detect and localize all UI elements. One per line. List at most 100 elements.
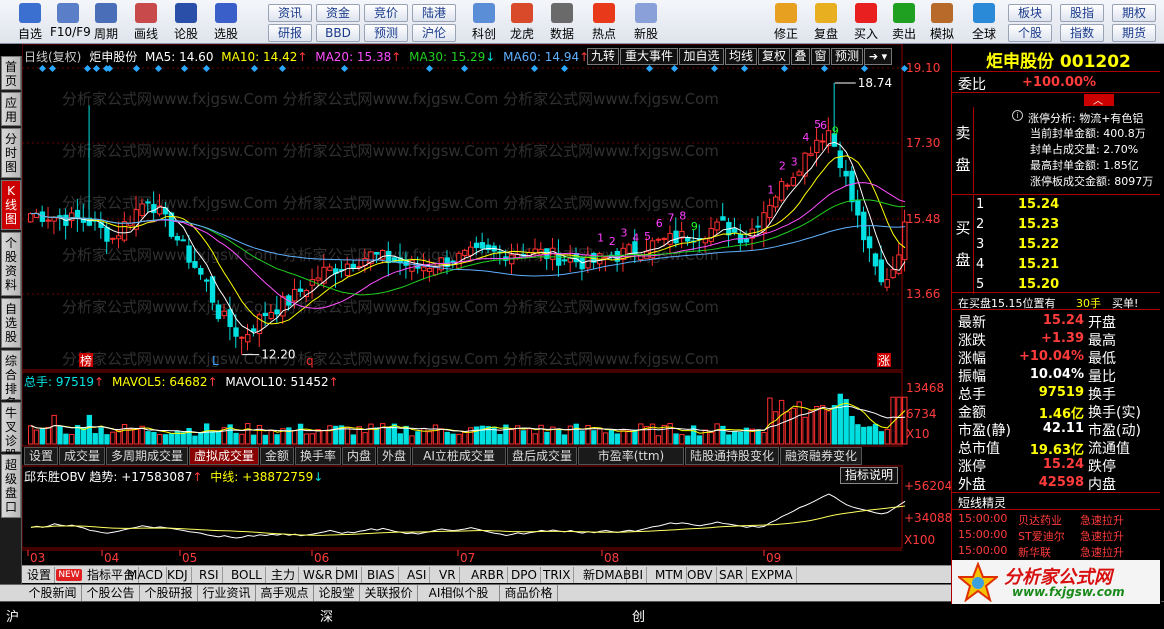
toolbar-button-clock[interactable]: 周期 <box>88 2 124 42</box>
toolbar-button-target[interactable]: 选股 <box>208 2 244 42</box>
left-tab-6[interactable]: 综合排名 <box>1 350 21 410</box>
market-button-期权[interactable]: 期权 <box>1112 4 1156 22</box>
tag-button-研报[interactable]: 研报 <box>268 24 312 42</box>
toolbar-button-hammer[interactable]: 模拟 <box>924 2 960 42</box>
toolbar-button-kechuang[interactable]: 科创 <box>466 2 502 42</box>
toolbar-button-arrow-up-down[interactable]: 修正 <box>768 2 804 42</box>
toolbar-button-hot[interactable]: 热点 <box>586 2 622 42</box>
toolbar-button-pencil[interactable]: 画线 <box>128 2 164 42</box>
tag-button-资讯[interactable]: 资讯 <box>268 4 312 22</box>
indicator-button-BBI[interactable]: BBI <box>620 567 648 583</box>
chart-tool-2[interactable]: 加自选 <box>679 48 724 65</box>
sz-index-label[interactable]: 深 <box>320 606 333 625</box>
chart-tool-3[interactable]: 均线 <box>725 48 757 65</box>
news-tab-0[interactable]: 个股新闻 <box>24 585 82 602</box>
limit-analysis-text[interactable]: 涨停分析: 物流+有色铝 <box>1028 110 1143 126</box>
chart-tool-4[interactable]: 复权 <box>758 48 790 65</box>
indicator-tab-0[interactable]: 设置 <box>24 447 58 465</box>
news-tab-2[interactable]: 个股研报 <box>140 585 198 602</box>
news-tab-1[interactable]: 个股公告 <box>82 585 140 602</box>
toolbar-button-pe[interactable]: 数据 <box>544 2 580 42</box>
left-tab-2[interactable]: 分时图 <box>1 128 21 178</box>
left-tab-3[interactable]: K线图 <box>1 180 21 230</box>
toolbar-button-globe[interactable]: 全球 <box>966 2 1002 42</box>
news-tab-7[interactable]: AI相似个股 <box>418 585 500 602</box>
left-tab-4[interactable]: 个股资料 <box>1 232 21 296</box>
indicator-button-TRIX[interactable]: TRIX <box>540 567 575 583</box>
chart-tool-0[interactable]: 九转 <box>587 48 619 65</box>
tag-button-预测[interactable]: 预测 <box>364 24 408 42</box>
indicator-button-BIAS[interactable]: BIAS <box>364 567 399 583</box>
news-tab-5[interactable]: 论股堂 <box>314 585 360 602</box>
indicator-tab-7[interactable]: 外盘 <box>377 447 411 465</box>
indicator-button-OBV[interactable]: OBV <box>684 567 717 583</box>
left-tab-0[interactable]: 首页 <box>1 56 21 90</box>
toolbar-button-chat[interactable]: 论股 <box>168 2 204 42</box>
left-tab-8[interactable]: 超级盘口 <box>1 454 21 518</box>
market-button-指数[interactable]: 指数 <box>1060 24 1104 42</box>
left-tab-5[interactable]: 自选股 <box>1 298 21 348</box>
indicator-tab-6[interactable]: 内盘 <box>342 447 376 465</box>
indicator-tab-10[interactable]: 市盈率(ttm) <box>578 447 684 465</box>
indicator-tab-12[interactable]: 融资融券变化 <box>780 447 862 465</box>
tag-button-竞价[interactable]: 竞价 <box>364 4 408 22</box>
chart-tool-1[interactable]: 重大事件 <box>620 48 678 65</box>
indicator-tab-9[interactable]: 盘后成交量 <box>507 447 577 465</box>
indicator-button-EXPMA[interactable]: EXPMA <box>748 567 797 583</box>
indicator-button-MTM[interactable]: MTM <box>652 567 688 583</box>
indicator-button-设置[interactable]: 设置 <box>24 567 56 583</box>
toolbar-button-replay[interactable]: 复盘 <box>808 2 844 42</box>
toolbar-button-star[interactable]: 自选 <box>12 2 48 42</box>
indicator-button-DMI[interactable]: DMI <box>332 567 363 583</box>
left-tab-7[interactable]: 牛叉诊股 <box>1 402 21 462</box>
bid-row-3[interactable]: 3 15.22 <box>974 236 1164 254</box>
market-button-板块[interactable]: 板块 <box>1008 4 1052 22</box>
indicator-button-RSI[interactable]: RSI <box>196 567 223 583</box>
indicator-help-button[interactable]: 指标说明 <box>840 467 898 484</box>
news-tab-6[interactable]: 关联报价 <box>360 585 418 602</box>
news-tab-4[interactable]: 高手观点 <box>256 585 314 602</box>
collapse-toggle[interactable]: ︿ <box>1084 94 1114 107</box>
bid-row-4[interactable]: 4 15.21 <box>974 256 1164 274</box>
tag-button-资金[interactable]: 资金 <box>316 4 360 22</box>
toolbar-button-f10[interactable]: F10/F9 <box>50 2 91 42</box>
tag-button-陆港[interactable]: 陆港 <box>412 4 456 22</box>
kline-chart[interactable]: 19.10 17.30 15.48 13.66 分析家公式网www.fxjgsw.Com… <box>22 44 952 584</box>
toolbar-button-dragon[interactable]: 龙虎 <box>504 2 540 42</box>
indicator-tab-2[interactable]: 多周期成交量 <box>106 447 188 465</box>
indicator-button-KDJ[interactable]: KDJ <box>164 567 192 583</box>
tag-button-沪伦[interactable]: 沪伦 <box>412 24 456 42</box>
indicator-button-ARBR[interactable]: ARBR <box>468 567 509 583</box>
news-tab-8[interactable]: 商品价格 <box>500 585 558 602</box>
indicator-tab-8[interactable]: AI立桩成交量 <box>412 447 506 465</box>
tag-button-BBD[interactable]: BBD <box>316 24 360 42</box>
chart-tool-5[interactable]: 叠 <box>791 48 810 65</box>
toolbar-button-buy[interactable]: 买入 <box>848 2 884 42</box>
indicator-button-MACD[interactable]: MACD <box>124 567 167 583</box>
sh-index-label[interactable]: 沪 <box>6 606 19 625</box>
indicator-tab-11[interactable]: 陆股通持股变化 <box>685 447 779 465</box>
cy-index-label[interactable]: 创 <box>632 606 645 625</box>
bid-row-2[interactable]: 2 15.23 <box>974 216 1164 234</box>
indicator-tab-1[interactable]: 成交量 <box>59 447 105 465</box>
indicator-tab-3[interactable]: 虚拟成交量 <box>189 447 259 465</box>
indicator-button-VR[interactable]: VR <box>436 567 460 583</box>
indicator-button-主力[interactable]: 主力 <box>268 567 300 583</box>
indicator-button-BOLL[interactable]: BOLL <box>228 567 266 583</box>
indicator-tab-5[interactable]: 换手率 <box>295 447 341 465</box>
chart-tool-6[interactable]: 窗 <box>811 48 830 65</box>
market-button-股指[interactable]: 股指 <box>1060 4 1104 22</box>
toolbar-button-sell[interactable]: 卖出 <box>886 2 922 42</box>
bid-row-1[interactable]: 1 15.24 <box>974 196 1164 214</box>
market-button-期货[interactable]: 期货 <box>1112 24 1156 42</box>
left-tab-1[interactable]: 应用 <box>1 92 21 126</box>
chart-tool-7[interactable]: 预测 <box>831 48 863 65</box>
indicator-button-SAR[interactable]: SAR <box>716 567 748 583</box>
indicator-button-ASI[interactable]: ASI <box>404 567 431 583</box>
news-tab-3[interactable]: 行业资讯 <box>198 585 256 602</box>
market-button-个股[interactable]: 个股 <box>1008 24 1052 42</box>
indicator-tab-4[interactable]: 金额 <box>260 447 294 465</box>
chart-tool-more[interactable]: ➔ ▾ <box>864 48 892 65</box>
indicator-button-DPO[interactable]: DPO <box>508 567 541 583</box>
toolbar-button-ipo[interactable]: 新股 <box>628 2 664 42</box>
